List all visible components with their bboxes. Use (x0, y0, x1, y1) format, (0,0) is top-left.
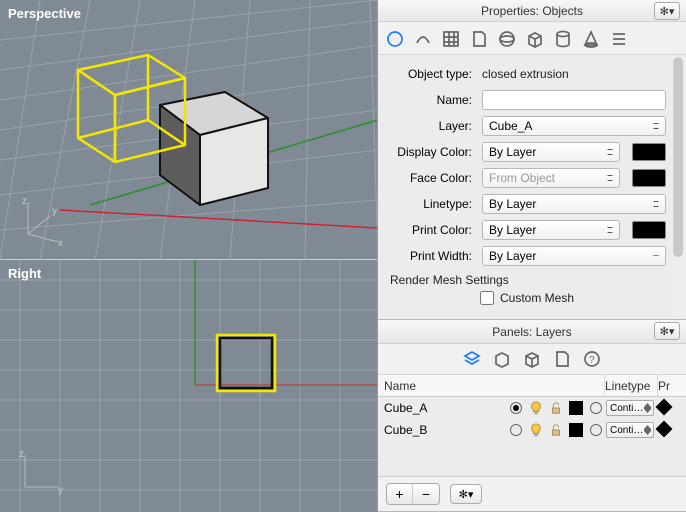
viewports: Perspective (0, 0, 378, 512)
print-swatch[interactable] (656, 420, 673, 437)
custom-mesh-checkbox[interactable] (480, 291, 494, 305)
svg-text:x: x (58, 238, 63, 249)
name-label: Name: (386, 93, 476, 107)
cube-solid (160, 92, 268, 205)
cylinder-icon[interactable] (552, 28, 574, 50)
layer-color-swatch[interactable] (569, 423, 583, 437)
cube-icon[interactable] (521, 348, 543, 370)
layer-color-swatch[interactable] (569, 401, 583, 415)
layers-footer: + − ✻▾ (378, 476, 686, 511)
properties-header: Properties: Objects ✻▾ (378, 0, 686, 22)
material-radio[interactable] (590, 402, 602, 414)
bulb-icon[interactable] (526, 423, 546, 437)
cube-right (220, 338, 272, 388)
viewport-label: Perspective (8, 6, 81, 21)
cone-icon[interactable] (580, 28, 602, 50)
material-radio[interactable] (590, 424, 602, 436)
object-props-icon[interactable] (384, 28, 406, 50)
face-color-swatch[interactable] (632, 169, 666, 187)
svg-text:z: z (22, 196, 27, 207)
lock-icon[interactable] (546, 423, 566, 437)
render-mesh-label: Render Mesh Settings (380, 269, 684, 289)
viewport-label: Right (8, 266, 41, 281)
current-layer-radio[interactable] (510, 424, 522, 436)
add-layer-button[interactable]: + (387, 484, 413, 504)
layer-linetype-select[interactable]: Conti… (606, 422, 654, 438)
face-color-label: Face Color: (386, 171, 476, 185)
help-icon[interactable]: ? (581, 348, 603, 370)
panel-menu-button[interactable]: ✻▾ (654, 322, 680, 340)
axis-gizmo-icon: z y x (10, 194, 65, 249)
layer-name: Cube_B (384, 423, 506, 437)
note-icon[interactable] (551, 348, 573, 370)
print-color-select[interactable]: By Layer (482, 220, 620, 240)
axis-gizmo-icon: z y (10, 447, 65, 502)
add-remove-segment: + − (386, 483, 440, 505)
page-icon[interactable] (468, 28, 490, 50)
layers-toolbar: ? (378, 344, 686, 375)
linetype-select[interactable]: By Layer (482, 194, 666, 214)
list-icon[interactable] (608, 28, 630, 50)
print-width-label: Print Width: (386, 249, 476, 263)
svg-text:?: ? (589, 355, 595, 366)
print-color-label: Print Color: (386, 223, 476, 237)
sphere-icon[interactable] (496, 28, 518, 50)
face-color-select[interactable]: From Object (482, 168, 620, 188)
properties-body: Object type: closed extrusion Name: Laye… (378, 55, 686, 319)
viewport-perspective[interactable]: Perspective (0, 0, 377, 260)
properties-panel: Properties: Objects ✻▾ Object type: clos… (378, 0, 686, 320)
name-field[interactable] (482, 90, 666, 110)
layer-row[interactable]: Cube_A Conti… (378, 397, 686, 419)
layer-select[interactable]: Cube_A (482, 116, 666, 136)
right-panels: Properties: Objects ✻▾ Object type: clos… (378, 0, 686, 512)
print-color-swatch[interactable] (632, 221, 666, 239)
custom-mesh-label: Custom Mesh (500, 291, 574, 305)
layer-name: Cube_A (384, 401, 506, 415)
properties-title: Properties: Objects (481, 4, 583, 18)
object-type-value: closed extrusion (482, 67, 666, 81)
layers-body: Name Linetype Pr Cube_A Conti… Cube_B (378, 375, 686, 511)
remove-layer-button[interactable]: − (413, 484, 439, 504)
print-swatch[interactable] (656, 398, 673, 415)
layers-title: Panels: Layers (492, 325, 571, 339)
svg-text:y: y (58, 485, 63, 496)
layers-columns: Name Linetype Pr (378, 375, 686, 397)
col-pr[interactable]: Pr (658, 379, 680, 393)
box-icon[interactable] (524, 28, 546, 50)
display-color-label: Display Color: (386, 145, 476, 159)
layers-panel: Panels: Layers ✻▾ ? Name Linetype Pr Cub… (378, 320, 686, 512)
layers-menu-button[interactable]: ✻▾ (450, 484, 482, 504)
layer-row[interactable]: Cube_B Conti… (378, 419, 686, 441)
bulb-icon[interactable] (526, 401, 546, 415)
material-icon[interactable] (412, 28, 434, 50)
layer-label: Layer: (386, 119, 476, 133)
box-icon[interactable] (491, 348, 513, 370)
display-color-select[interactable]: By Layer (482, 142, 620, 162)
display-color-swatch[interactable] (632, 143, 666, 161)
layers-icon[interactable] (461, 348, 483, 370)
linetype-label: Linetype: (386, 197, 476, 211)
svg-text:y: y (52, 206, 57, 217)
panel-menu-button[interactable]: ✻▾ (654, 2, 680, 20)
col-linetype[interactable]: Linetype (605, 379, 657, 393)
svg-text:z: z (19, 449, 24, 460)
texture-icon[interactable] (440, 28, 462, 50)
lock-icon[interactable] (546, 401, 566, 415)
layers-header: Panels: Layers ✻▾ (378, 320, 686, 344)
viewport-right[interactable]: Right z y (0, 260, 377, 512)
current-layer-radio[interactable] (510, 402, 522, 414)
print-width-select[interactable]: By Layer (482, 246, 666, 266)
col-name[interactable]: Name (384, 379, 504, 393)
object-type-label: Object type: (386, 67, 476, 81)
properties-toolbar (378, 22, 686, 55)
layer-linetype-select[interactable]: Conti… (606, 400, 654, 416)
cube-right-selected (217, 335, 275, 391)
scrollbar[interactable] (671, 55, 685, 319)
